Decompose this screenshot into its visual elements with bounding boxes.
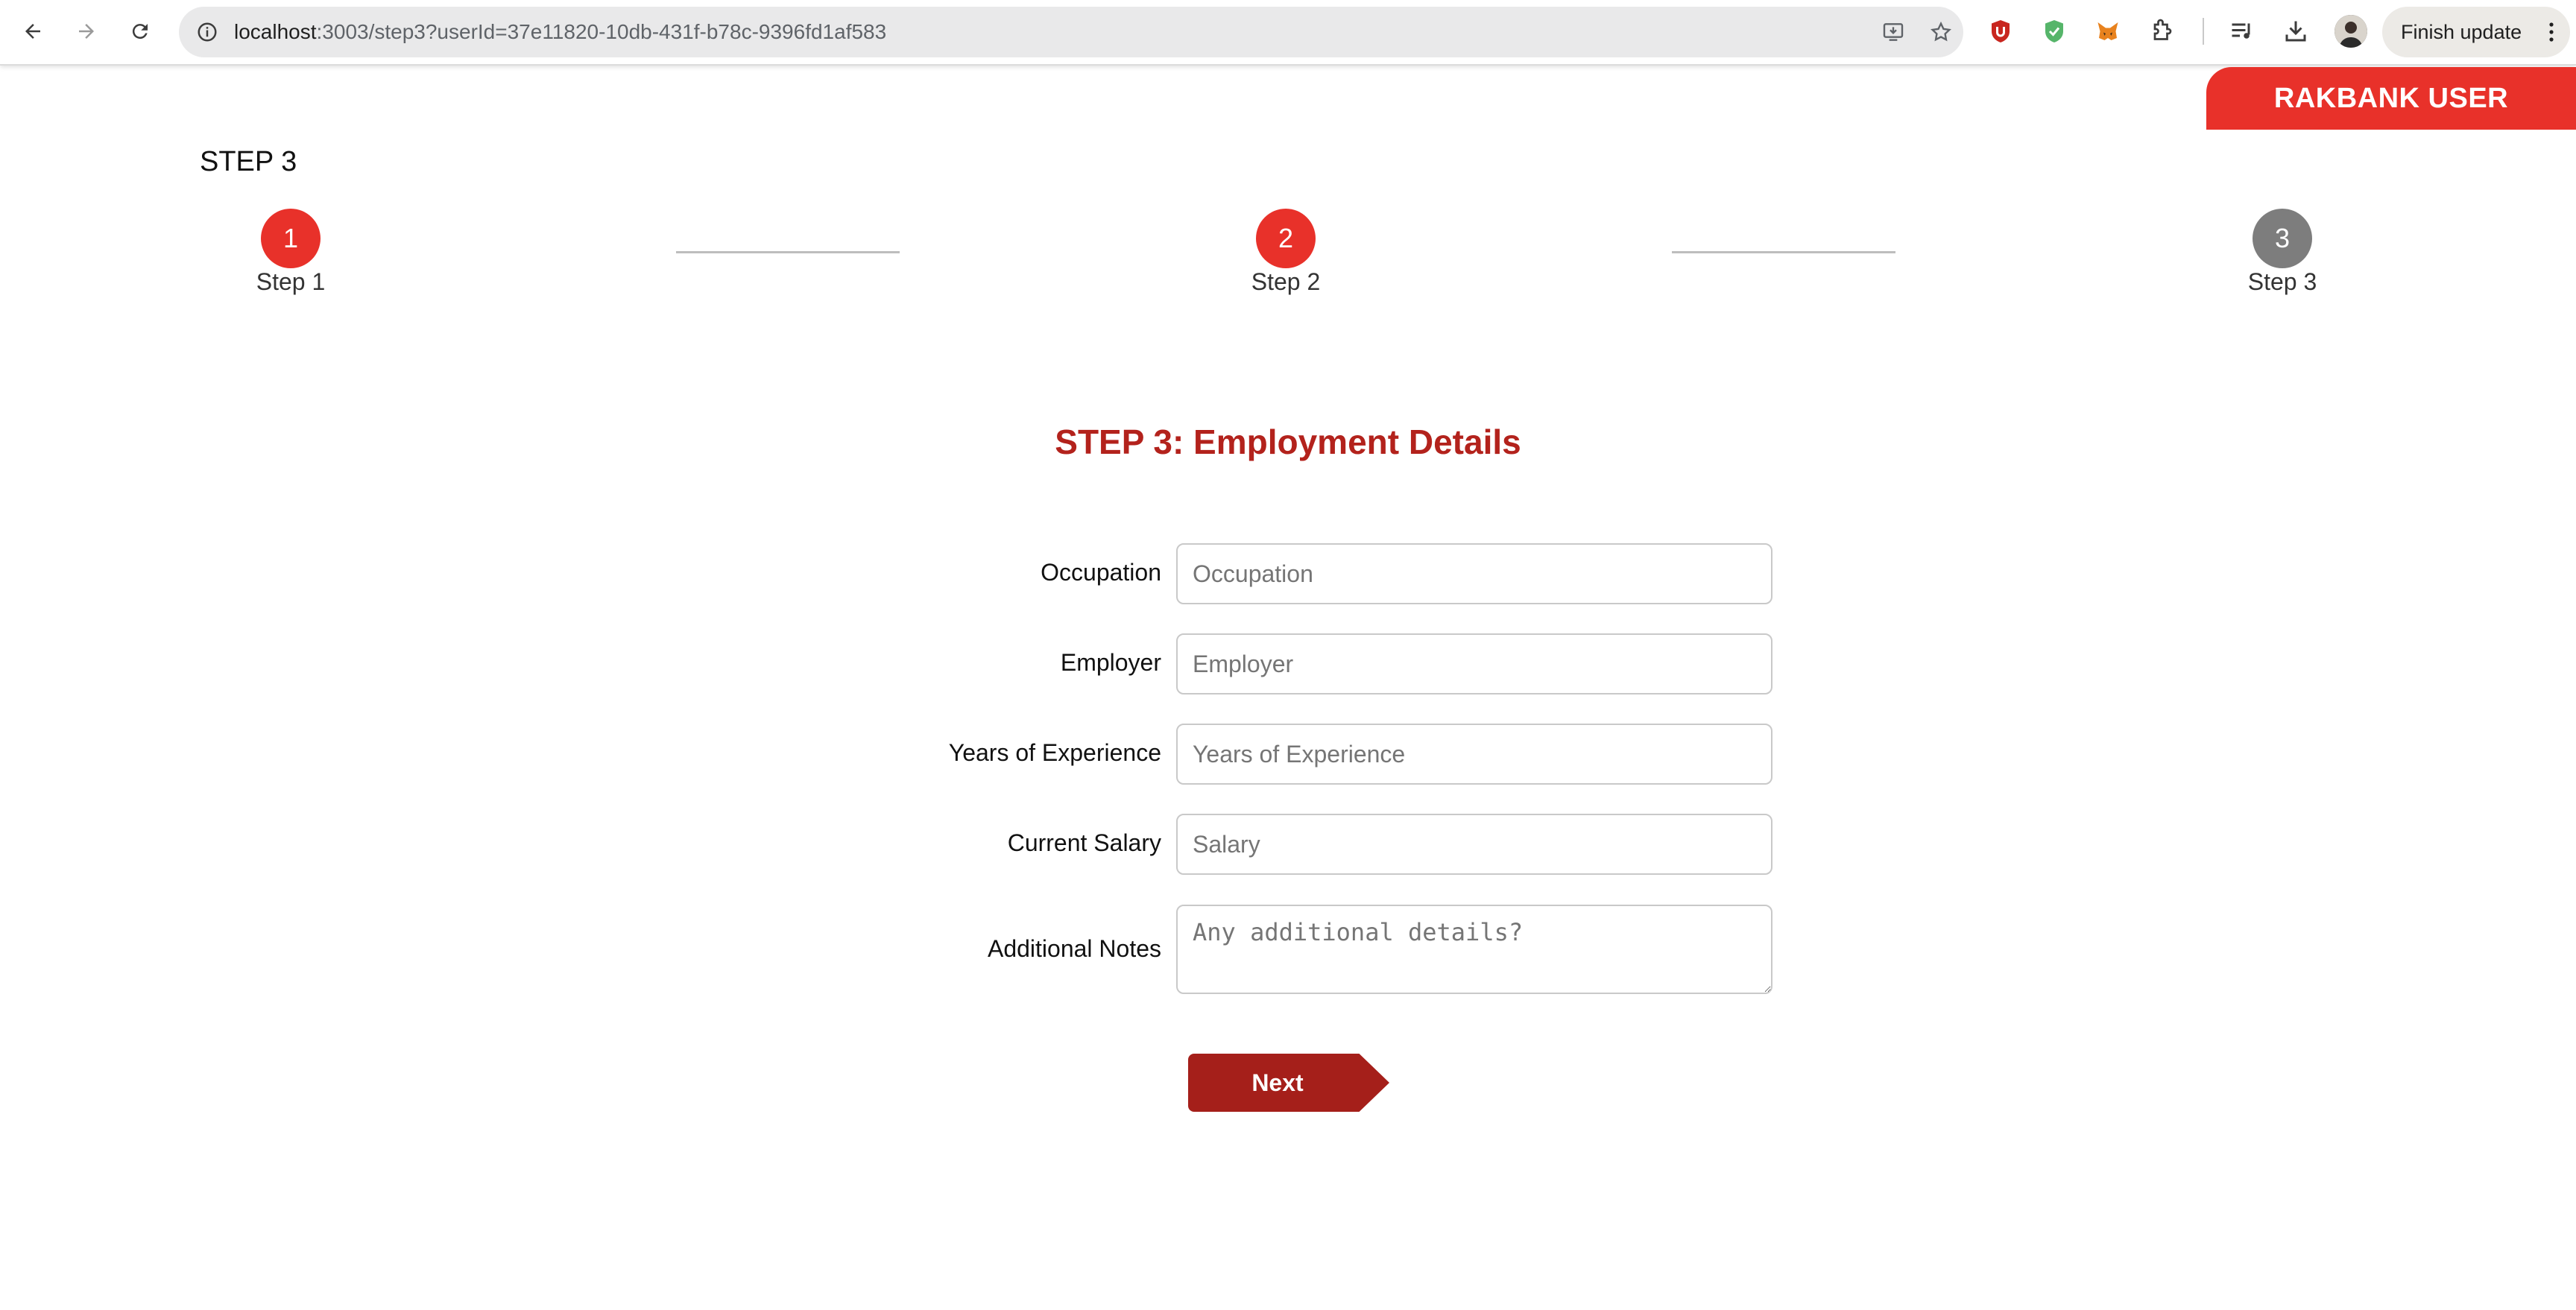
back-icon — [25, 24, 40, 39]
media-queue-icon[interactable] — [2226, 15, 2258, 48]
experience-input[interactable] — [1176, 724, 1772, 785]
salary-label: Current Salary — [1007, 829, 1161, 856]
salary-input[interactable] — [1176, 814, 1772, 875]
address-bar[interactable]: localhost:3003/step3?userId=37e11820-10d… — [179, 7, 1963, 57]
finish-update-label: Finish update — [2401, 21, 2522, 43]
employer-input[interactable] — [1176, 633, 1772, 694]
back-button[interactable] — [15, 13, 51, 49]
step-2-circle: 2 — [1256, 209, 1316, 268]
download-icon[interactable] — [2279, 15, 2312, 48]
reload-button[interactable] — [122, 13, 158, 49]
notes-textarea[interactable] — [1176, 905, 1772, 994]
url-text[interactable]: localhost:3003/step3?userId=37e11820-10d… — [234, 7, 886, 57]
form-title: STEP 3: Employment Details — [1055, 423, 1521, 461]
occupation-input[interactable] — [1176, 543, 1772, 604]
employer-label: Employer — [1060, 649, 1161, 676]
forward-icon — [79, 24, 94, 39]
browser-toolbar: localhost:3003/step3?userId=37e11820-10d… — [0, 0, 2576, 66]
more-vert-icon — [2549, 22, 2554, 42]
experience-label: Years of Experience — [948, 739, 1161, 766]
bookmark-star-icon[interactable] — [1926, 17, 1956, 47]
url-host: localhost — [234, 20, 317, 43]
metamask-fox-icon[interactable] — [2092, 15, 2124, 48]
step-3-label: Step 3 — [2247, 268, 2317, 295]
step-1-circle: 1 — [261, 209, 321, 268]
notes-label: Additional Notes — [987, 935, 1161, 962]
occupation-label: Occupation — [1041, 559, 1161, 586]
next-button[interactable]: Next — [1188, 1054, 1389, 1112]
info-icon[interactable] — [192, 17, 222, 47]
page-step-heading: STEP 3 — [200, 146, 297, 177]
step-3-circle: 3 — [2253, 209, 2312, 268]
install-app-icon[interactable] — [1878, 17, 1908, 47]
step-connector — [1672, 251, 1895, 253]
step-1-label: Step 1 — [256, 268, 326, 295]
extensions-puzzle-icon[interactable] — [2145, 15, 2178, 48]
ublock-icon[interactable] — [1984, 15, 2017, 48]
step-2-label: Step 2 — [1251, 268, 1321, 295]
user-badge: RAKBANK USER — [2206, 67, 2576, 130]
step-connector — [676, 251, 900, 253]
finish-update-button[interactable]: Finish update — [2382, 7, 2570, 57]
toolbar-separator — [2203, 18, 2204, 45]
reload-icon — [132, 24, 148, 39]
forward-button[interactable] — [69, 13, 104, 49]
url-path: :3003/step3?userId=37e11820-10db-431f-b7… — [316, 20, 887, 43]
shield-check-icon[interactable] — [2038, 15, 2071, 48]
profile-avatar[interactable] — [2334, 15, 2367, 48]
